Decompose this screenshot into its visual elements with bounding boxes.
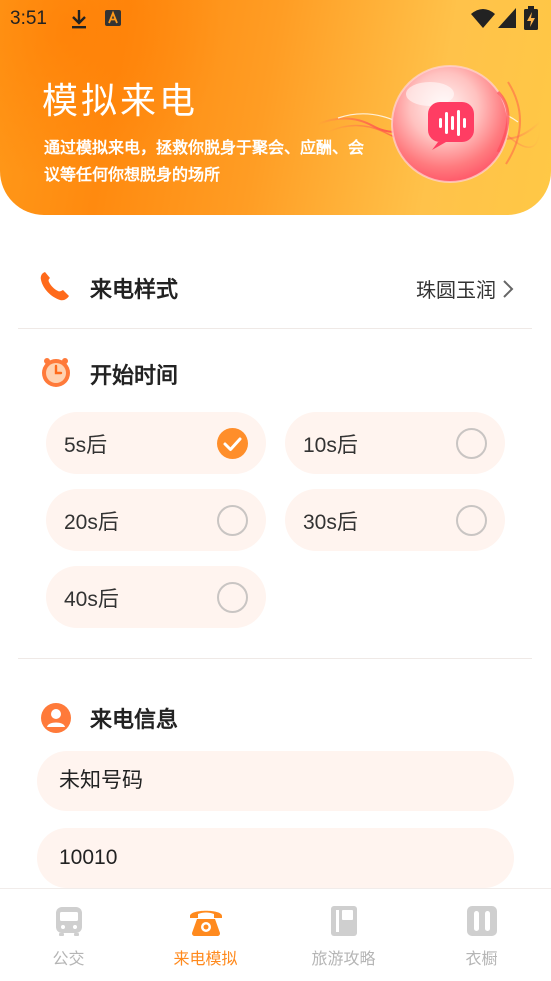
radio-unchecked-icon[interactable] — [217, 582, 248, 613]
divider — [18, 658, 532, 659]
tab-call-simulation[interactable]: 来电模拟 — [137, 889, 274, 981]
time-option-30s[interactable]: 30s后 — [285, 489, 505, 551]
telephone-icon — [189, 910, 222, 936]
call-style-title: 来电样式 — [90, 278, 179, 303]
tab-label: 旅游攻略 — [311, 949, 376, 968]
tab-label: 来电模拟 — [173, 949, 238, 968]
chevron-right-icon — [503, 279, 514, 298]
tab-wardrobe[interactable]: 衣橱 — [413, 889, 550, 981]
battery-charging-icon — [524, 6, 538, 30]
alarm-clock-icon — [42, 358, 70, 387]
page: 3:51 模拟来电 通过模拟来电，拯救你脱身于聚会、应酬、会议等任何你想脱身的场… — [0, 0, 551, 981]
phone-handset-icon — [40, 272, 69, 301]
start-time-title: 开始时间 — [90, 364, 179, 389]
caller-name-input[interactable]: 未知号码 — [37, 751, 514, 811]
sound-orb-icon — [318, 65, 540, 183]
call-info-title: 来电信息 — [90, 708, 179, 733]
bus-icon — [55, 907, 82, 936]
time-option-label: 5s后 — [64, 434, 108, 457]
tab-bus[interactable]: 公交 — [0, 889, 137, 981]
time-option-label: 30s后 — [303, 511, 358, 534]
time-option-10s[interactable]: 10s后 — [285, 412, 505, 474]
time-option-label: 40s后 — [64, 588, 119, 611]
caller-number-input[interactable]: 10010 — [37, 828, 514, 888]
book-icon — [330, 906, 357, 936]
radio-unchecked-icon[interactable] — [456, 428, 487, 459]
status-bar: 3:51 — [0, 0, 551, 38]
person-avatar-icon — [41, 703, 71, 733]
wifi-icon — [471, 9, 495, 28]
time-option-label: 10s后 — [303, 434, 358, 457]
call-style-row[interactable]: 来电样式 珠圆玉润 — [18, 250, 532, 328]
app-notification-icon — [105, 10, 121, 26]
radio-unchecked-icon[interactable] — [456, 505, 487, 536]
radio-checked-icon[interactable] — [217, 428, 248, 459]
status-time: 3:51 — [10, 8, 47, 29]
tab-label: 衣橱 — [465, 949, 498, 968]
tab-label: 公交 — [52, 949, 85, 968]
wardrobe-icon — [466, 906, 497, 936]
bottom-tab-bar: 公交 来电模拟 旅游攻略 衣橱 — [0, 888, 551, 981]
time-option-label: 20s后 — [64, 511, 119, 534]
divider — [18, 328, 532, 329]
download-icon — [72, 10, 86, 29]
call-style-value-text: 珠圆玉润 — [416, 278, 496, 302]
cellular-signal-icon — [498, 8, 516, 28]
radio-unchecked-icon[interactable] — [217, 505, 248, 536]
time-option-40s[interactable]: 40s后 — [46, 566, 266, 628]
call-style-value: 珠圆玉润 — [416, 274, 514, 303]
tab-travel-guide[interactable]: 旅游攻略 — [275, 889, 412, 981]
hero-banner: 3:51 模拟来电 通过模拟来电，拯救你脱身于聚会、应酬、会议等任何你想脱身的场… — [0, 0, 551, 215]
time-option-20s[interactable]: 20s后 — [46, 489, 266, 551]
time-option-5s[interactable]: 5s后 — [46, 412, 266, 474]
hero-title: 模拟来电 — [42, 81, 199, 122]
